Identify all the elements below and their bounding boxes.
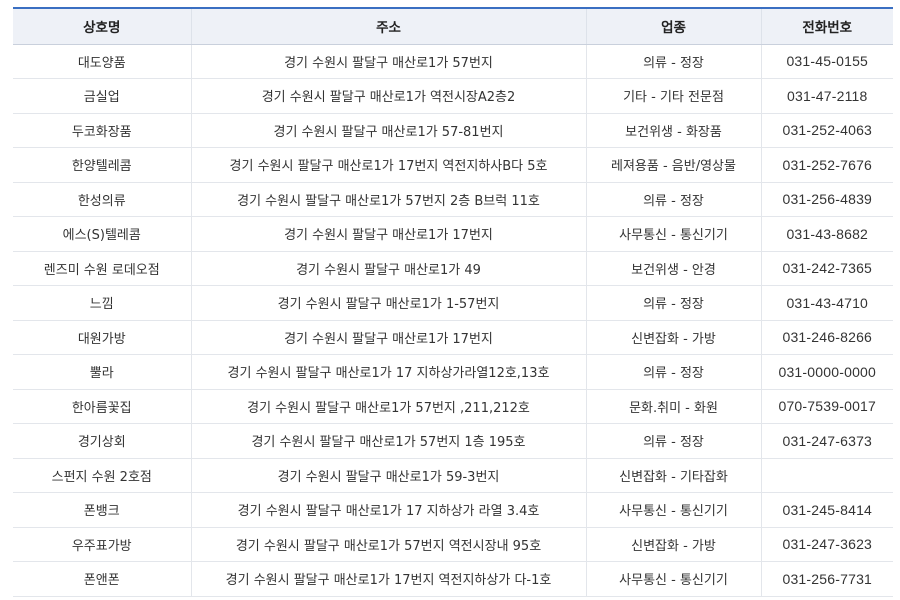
- table-row[interactable]: 폰앤폰 경기 수원시 팔달구 매산로1가 17번지 역전지하상가 다-1호 사무통신…: [13, 561, 893, 597]
- table-row[interactable]: 느낌 경기 수원시 팔달구 매산로1가 1-57번지 의류 - 정장 031-43-4…: [13, 285, 893, 321]
- cell-category: 사무통신 - 통신기기: [585, 492, 761, 528]
- header-row: 상호명 주소 업종 전화번호: [13, 7, 893, 45]
- cell-address: 경기 수원시 팔달구 매산로1가 17번지 역전지하상가 다-1호: [190, 561, 586, 597]
- cell-phone: 031-246-8266: [760, 320, 893, 355]
- table-body: 대도양품 경기 수원시 팔달구 매산로1가 57번지 의류 - 정장 031-45-0…: [13, 44, 893, 597]
- cell-address: 경기 수원시 팔달구 매산로1가 17번지: [190, 216, 586, 252]
- cell-phone: 031-43-8682: [760, 216, 893, 252]
- cell-address: 경기 수원시 팔달구 매산로1가 57번지 역전시장내 95호: [190, 527, 586, 562]
- cell-store-name: 에스(S)텔레콤: [13, 216, 191, 252]
- cell-category: 신변잡화 - 가방: [585, 320, 761, 355]
- cell-category: 레져용품 - 음반/영상물: [585, 147, 761, 183]
- cell-address: 경기 수원시 팔달구 매산로1가 17 지하상가 라열 3.4호: [190, 492, 586, 528]
- cell-phone: 031-47-2118: [760, 78, 893, 114]
- cell-category: 의류 - 정장: [585, 423, 761, 459]
- cell-store-name: 렌즈미 수원 로데오점: [13, 251, 191, 286]
- cell-store-name: 스펀지 수원 2호점: [13, 458, 191, 493]
- table-row[interactable]: 뿔라 경기 수원시 팔달구 매산로1가 17 지하상가라열12호,13호 의류 - …: [13, 354, 893, 390]
- cell-store-name: 한양텔레콤: [13, 147, 191, 183]
- cell-category: 신변잡화 - 가방: [585, 527, 761, 562]
- cell-address: 경기 수원시 팔달구 매산로1가 17번지: [190, 320, 586, 355]
- cell-store-name: 두코화장품: [13, 113, 191, 148]
- cell-phone: 031-43-4710: [760, 285, 893, 321]
- table-header: 상호명 주소 업종 전화번호: [13, 7, 893, 45]
- store-list: 상호명 주소 업종 전화번호 대도양품 경기 수원시 팔달구 매산로1가 57번지…: [13, 7, 893, 597]
- cell-phone: 031-0000-0000: [760, 354, 893, 390]
- cell-phone: 031-256-7731: [760, 561, 893, 597]
- cell-category: 사무통신 - 통신기기: [585, 561, 761, 597]
- header-address: 주소: [190, 7, 586, 45]
- cell-phone: [760, 458, 893, 493]
- table-row[interactable]: 한양텔레콤 경기 수원시 팔달구 매산로1가 17번지 역전지하사B다 5호 레져용…: [13, 147, 893, 183]
- table-row[interactable]: 한성의류 경기 수원시 팔달구 매산로1가 57번지 2층 B브럭 11호 의류 -…: [13, 182, 893, 217]
- cell-address: 경기 수원시 팔달구 매산로1가 57번지: [190, 44, 586, 79]
- cell-category: 기타 - 기타 전문점: [585, 78, 761, 114]
- table-row[interactable]: 경기상회 경기 수원시 팔달구 매산로1가 57번지 1층 195호 의류 - 정장…: [13, 423, 893, 459]
- cell-address: 경기 수원시 팔달구 매산로1가 1-57번지: [190, 285, 586, 321]
- cell-store-name: 폰앤폰: [13, 561, 191, 597]
- cell-phone: 031-247-3623: [760, 527, 893, 562]
- table-row[interactable]: 에스(S)텔레콤 경기 수원시 팔달구 매산로1가 17번지 사무통신 - 통신기기…: [13, 216, 893, 252]
- cell-address: 경기 수원시 팔달구 매산로1가 17번지 역전지하사B다 5호: [190, 147, 586, 183]
- cell-store-name: 금실업: [13, 78, 191, 114]
- cell-store-name: 폰뱅크: [13, 492, 191, 528]
- cell-category: 신변잡화 - 기타잡화: [585, 458, 761, 493]
- cell-address: 경기 수원시 팔달구 매산로1가 17 지하상가라열12호,13호: [190, 354, 586, 390]
- table-row[interactable]: 한아름꽃집 경기 수원시 팔달구 매산로1가 57번지 ,211,212호 문화.취…: [13, 389, 893, 424]
- cell-phone: 031-252-4063: [760, 113, 893, 148]
- cell-phone: 031-247-6373: [760, 423, 893, 459]
- cell-phone: 031-256-4839: [760, 182, 893, 217]
- table-row[interactable]: 렌즈미 수원 로데오점 경기 수원시 팔달구 매산로1가 49 보건위생 - 안경 0…: [13, 251, 893, 286]
- cell-category: 의류 - 정장: [585, 285, 761, 321]
- table-row[interactable]: 대원가방 경기 수원시 팔달구 매산로1가 17번지 신변잡화 - 가방 031-24…: [13, 320, 893, 355]
- table-row[interactable]: 스펀지 수원 2호점 경기 수원시 팔달구 매산로1가 59-3번지 신변잡화 - …: [13, 458, 893, 493]
- cell-category: 의류 - 정장: [585, 354, 761, 390]
- cell-phone: 031-252-7676: [760, 147, 893, 183]
- header-phone: 전화번호: [760, 7, 893, 45]
- cell-store-name: 느낌: [13, 285, 191, 321]
- table-row[interactable]: 두코화장품 경기 수원시 팔달구 매산로1가 57-81번지 보건위생 - 화장품 0…: [13, 113, 893, 148]
- cell-address: 경기 수원시 팔달구 매산로1가 57번지 ,211,212호: [190, 389, 586, 424]
- cell-category: 문화.취미 - 화원: [585, 389, 761, 424]
- cell-address: 경기 수원시 팔달구 매산로1가 57번지 2층 B브럭 11호: [190, 182, 586, 217]
- cell-address: 경기 수원시 팔달구 매산로1가 역전시장A2층2: [190, 78, 586, 114]
- table-row[interactable]: 금실업 경기 수원시 팔달구 매산로1가 역전시장A2층2 기타 - 기타 전문점 0…: [13, 78, 893, 114]
- cell-category: 의류 - 정장: [585, 182, 761, 217]
- store-table: 상호명 주소 업종 전화번호 대도양품 경기 수원시 팔달구 매산로1가 57번지…: [13, 7, 893, 597]
- cell-store-name: 경기상회: [13, 423, 191, 459]
- cell-category: 보건위생 - 화장품: [585, 113, 761, 148]
- cell-phone: 031-245-8414: [760, 492, 893, 528]
- cell-address: 경기 수원시 팔달구 매산로1가 49: [190, 251, 586, 286]
- cell-store-name: 대도양품: [13, 44, 191, 79]
- cell-store-name: 한성의류: [13, 182, 191, 217]
- cell-phone: 070-7539-0017: [760, 389, 893, 424]
- header-category: 업종: [585, 7, 761, 45]
- cell-store-name: 대원가방: [13, 320, 191, 355]
- table-row[interactable]: 우주표가방 경기 수원시 팔달구 매산로1가 57번지 역전시장내 95호 신변잡화…: [13, 527, 893, 562]
- cell-category: 의류 - 정장: [585, 44, 761, 79]
- cell-phone: 031-45-0155: [760, 44, 893, 79]
- cell-store-name: 한아름꽃집: [13, 389, 191, 424]
- cell-address: 경기 수원시 팔달구 매산로1가 57-81번지: [190, 113, 586, 148]
- table-row[interactable]: 대도양품 경기 수원시 팔달구 매산로1가 57번지 의류 - 정장 031-45-0…: [13, 44, 893, 79]
- cell-phone: 031-242-7365: [760, 251, 893, 286]
- header-name: 상호명: [13, 7, 191, 45]
- table-row[interactable]: 폰뱅크 경기 수원시 팔달구 매산로1가 17 지하상가 라열 3.4호 사무통신 …: [13, 492, 893, 528]
- cell-category: 보건위생 - 안경: [585, 251, 761, 286]
- cell-store-name: 뿔라: [13, 354, 191, 390]
- cell-address: 경기 수원시 팔달구 매산로1가 57번지 1층 195호: [190, 423, 586, 459]
- cell-store-name: 우주표가방: [13, 527, 191, 562]
- cell-category: 사무통신 - 통신기기: [585, 216, 761, 252]
- cell-address: 경기 수원시 팔달구 매산로1가 59-3번지: [190, 458, 586, 493]
